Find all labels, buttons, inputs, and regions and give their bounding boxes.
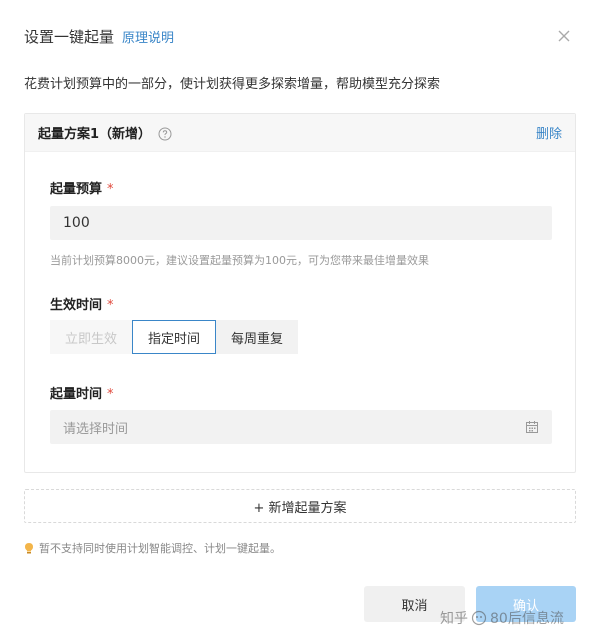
option-immediate[interactable]: 立即生效 bbox=[50, 320, 133, 354]
lightbulb-icon bbox=[24, 542, 34, 554]
watermark-right: 80后信息流 bbox=[490, 611, 564, 627]
option-specified-time[interactable]: 指定时间 bbox=[132, 320, 217, 354]
watermark: 知乎 80后信息流 bbox=[440, 608, 564, 628]
plan-card-header: 起量方案1（新增） 删除 bbox=[25, 114, 575, 152]
budget-input[interactable]: 100 bbox=[50, 206, 552, 240]
start-time-placeholder: 请选择时间 bbox=[63, 421, 129, 437]
required-mark: * bbox=[107, 387, 114, 402]
plan-card: 起量方案1（新增） 删除 起量预算 * 100 当前计划预算8000元，建议设置起… bbox=[24, 113, 576, 473]
start-time-picker[interactable]: 请选择时间 bbox=[50, 410, 552, 444]
budget-label: 起量预算 * bbox=[50, 182, 114, 197]
calendar-icon[interactable] bbox=[525, 420, 539, 434]
required-mark: * bbox=[107, 182, 114, 197]
effect-time-label: 生效时间 * bbox=[50, 298, 114, 313]
wechat-icon bbox=[471, 610, 487, 626]
tip-text: 暂不支持同时使用计划智能调控、计划一键起量。 bbox=[39, 542, 281, 555]
dialog-title: 设置一键起量 bbox=[24, 28, 115, 46]
watermark-left: 知乎 bbox=[440, 611, 468, 627]
principle-link[interactable]: 原理说明 bbox=[122, 27, 174, 46]
help-icon[interactable] bbox=[158, 126, 172, 140]
tip: 暂不支持同时使用计划智能调控、计划一键起量。 bbox=[24, 540, 281, 556]
budget-value: 100 bbox=[63, 215, 90, 231]
plan-title: 起量方案1（新增） bbox=[38, 127, 152, 142]
required-mark: * bbox=[107, 298, 114, 313]
dialog-description: 花费计划预算中的一部分，使计划获得更多探索增量，帮助模型充分探索 bbox=[24, 77, 441, 92]
start-time-label: 起量时间 * bbox=[50, 387, 114, 402]
close-icon[interactable] bbox=[556, 28, 572, 44]
budget-hint: 当前计划预算8000元，建议设置起量预算为100元，可为您带来最佳增量效果 bbox=[50, 254, 429, 267]
add-plan-button[interactable]: + 新增起量方案 bbox=[24, 489, 576, 523]
option-weekly-repeat[interactable]: 每周重复 bbox=[216, 320, 299, 354]
dialog-header: 设置一键起量 原理说明 bbox=[24, 26, 174, 47]
delete-plan-button[interactable]: 删除 bbox=[536, 123, 562, 142]
effect-time-selector: 立即生效 指定时间 每周重复 bbox=[50, 320, 299, 354]
